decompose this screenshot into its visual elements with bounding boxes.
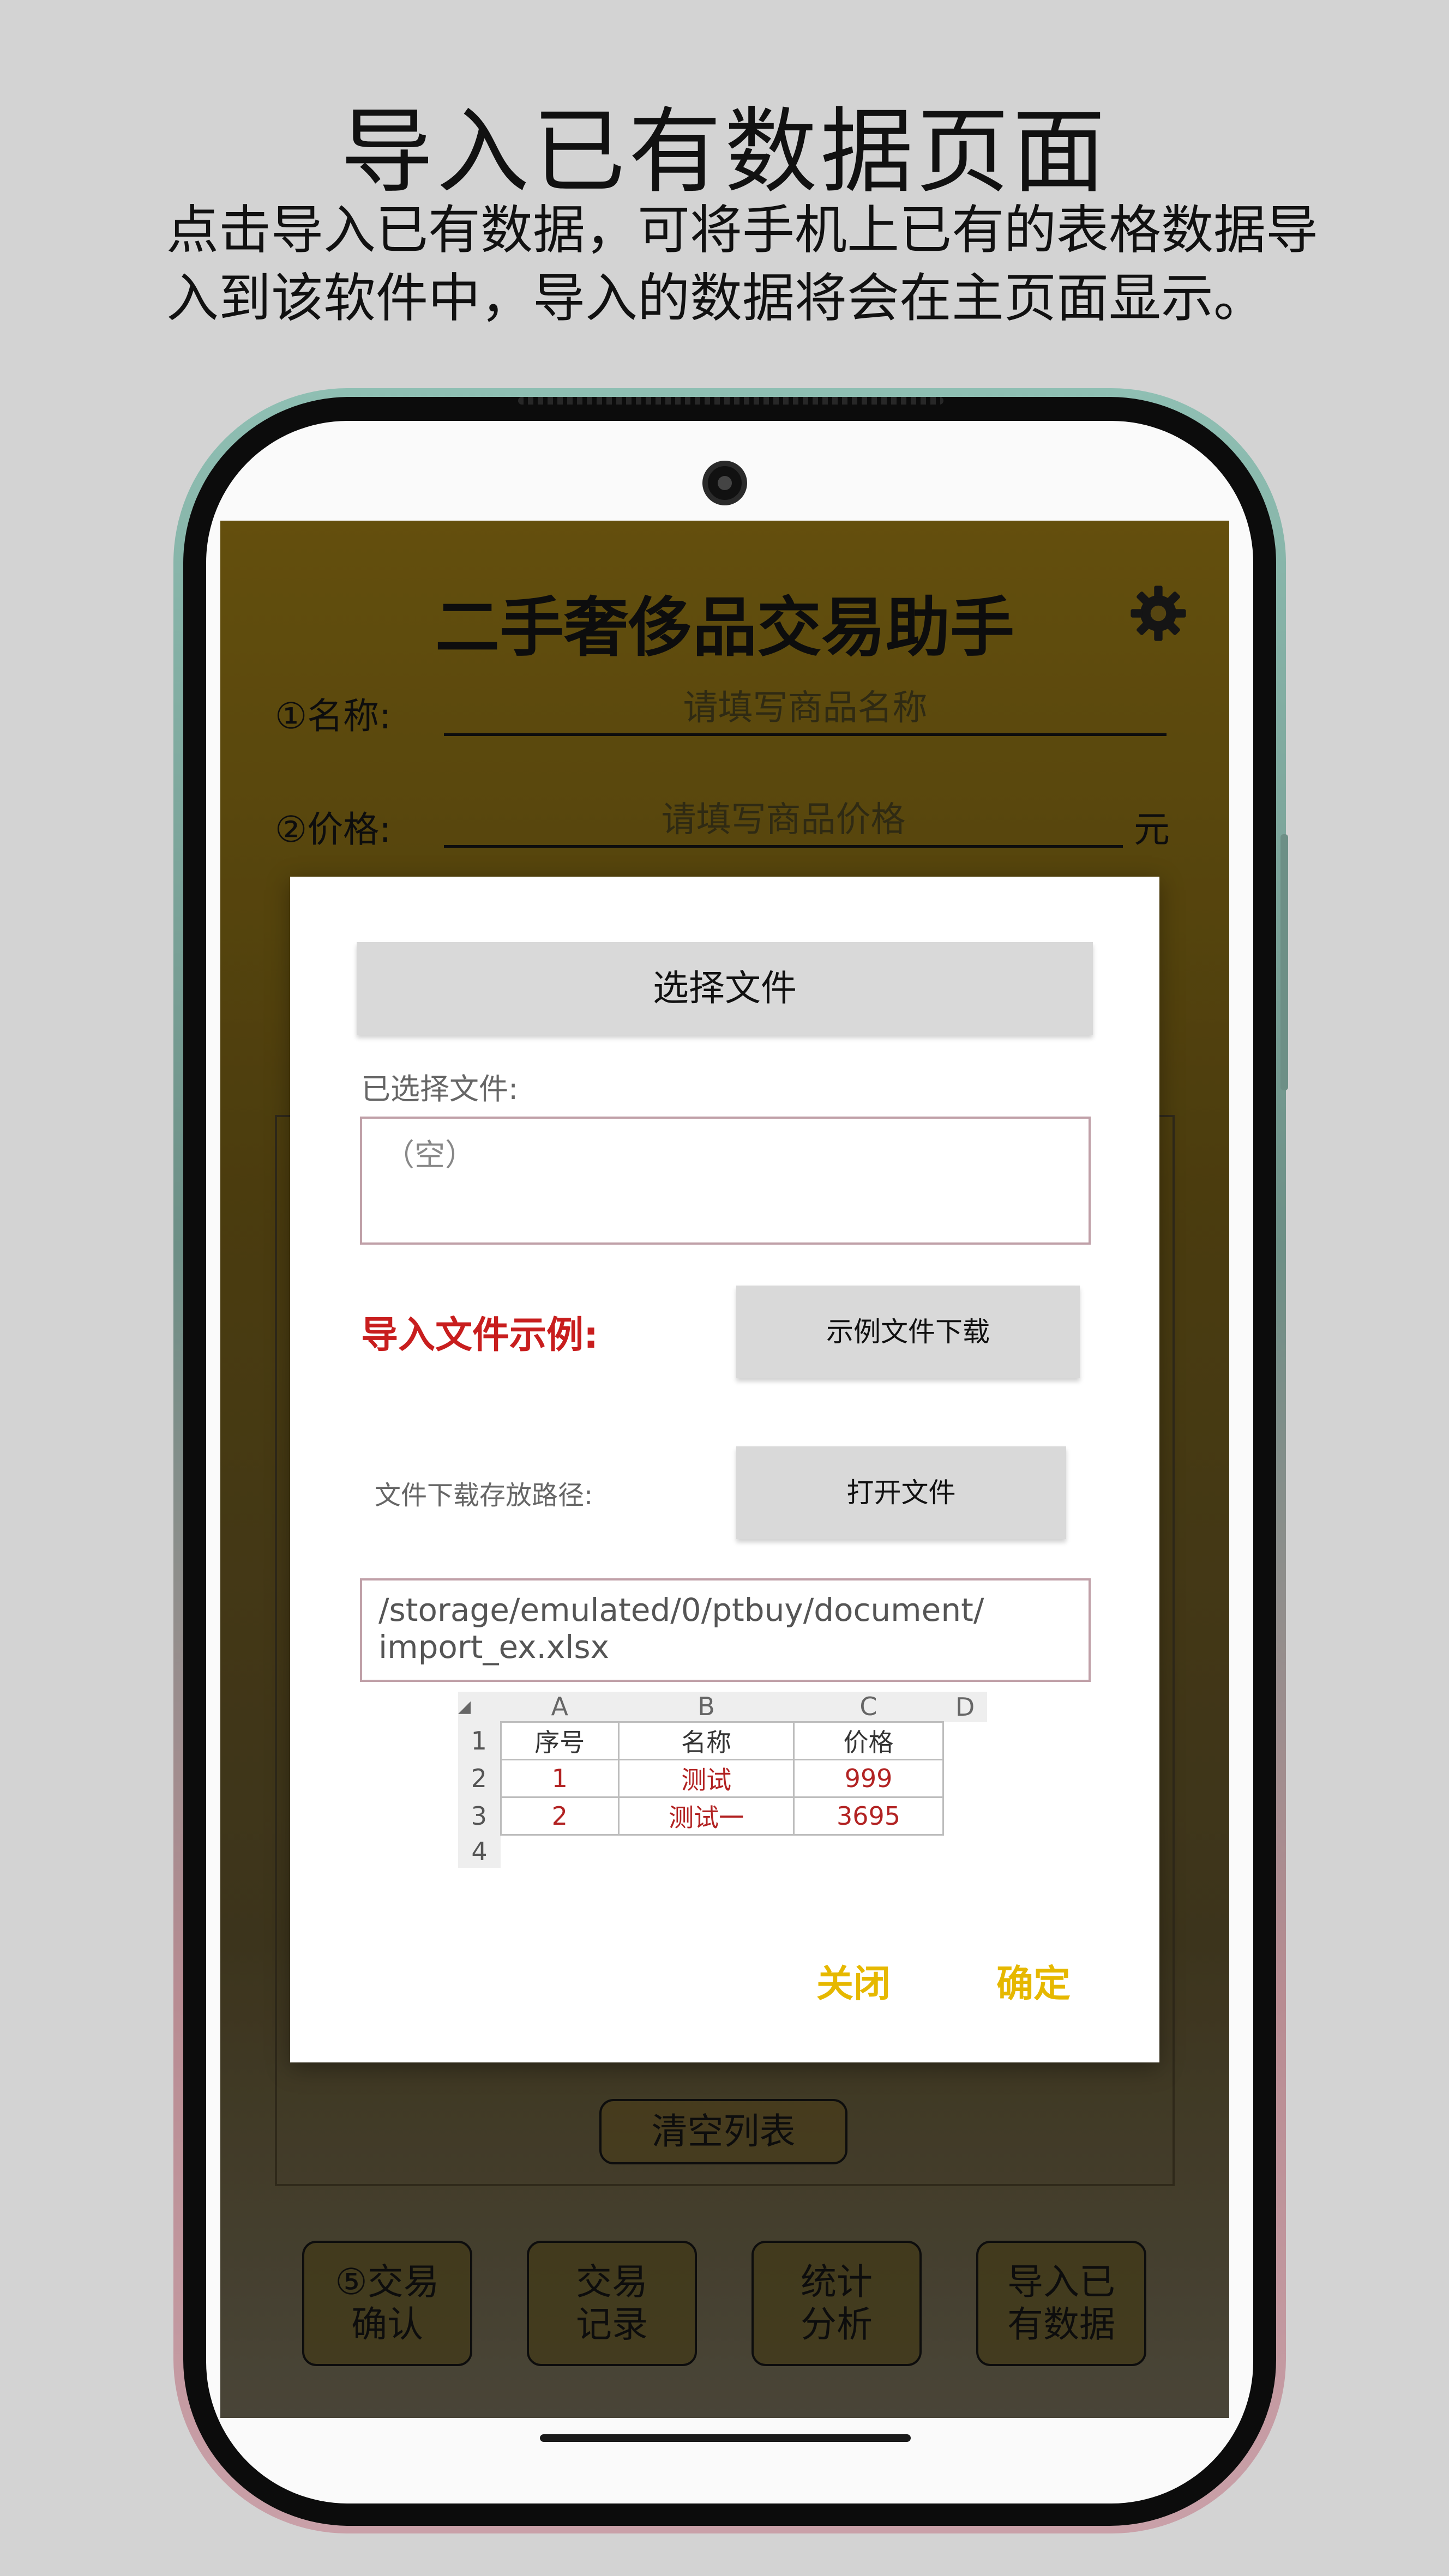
confirm-button[interactable]: 确定 <box>996 1953 1071 2007</box>
example-label: 导入文件示例: <box>361 1314 599 1357</box>
sheet-cell: 2 <box>500 1796 620 1836</box>
download-example-button[interactable]: 示例文件下载 <box>736 1286 1080 1378</box>
download-path-value: /storage/emulated/0/ptbuy/document/ impo… <box>378 1591 984 1666</box>
sheet-row-number: 2 <box>458 1759 501 1797</box>
sheet-row-number: 1 <box>458 1722 501 1760</box>
sheet-header-cell: 价格 <box>793 1721 944 1760</box>
close-button[interactable]: 关闭 <box>816 1953 891 2007</box>
example-spreadsheet: ◢ A B C D 1 序号 名称 价格 2 1 测试 999 3 2 测试一 … <box>458 1692 987 1868</box>
sheet-row-number: 4 <box>458 1835 501 1868</box>
front-camera-icon <box>702 461 747 505</box>
sheet-corner-icon: ◢ <box>458 1692 501 1722</box>
home-indicator[interactable] <box>540 2434 911 2442</box>
speaker-grille <box>518 397 943 405</box>
selected-file-box: （空） <box>360 1117 1091 1245</box>
phone-side-button <box>1280 834 1288 1090</box>
sheet-cell: 3695 <box>793 1796 944 1836</box>
promo-description: 点击导入已有数据，可将手机上已有的表格数据导入到该软件中，导入的数据将会在主页面… <box>166 200 1318 329</box>
selected-file-label: 已选择文件: <box>361 1072 519 1106</box>
selected-file-value: （空） <box>384 1138 476 1173</box>
import-dialog: 选择文件 已选择文件: （空） 导入文件示例: 示例文件下载 文件下载存放路径:… <box>290 877 1159 2062</box>
sheet-header-cell: 序号 <box>500 1721 620 1760</box>
sheet-cell: 1 <box>500 1759 620 1798</box>
download-path-box: /storage/emulated/0/ptbuy/document/ impo… <box>360 1578 1091 1682</box>
sheet-cell: 测试一 <box>617 1796 795 1836</box>
sheet-col-header: D <box>943 1692 987 1722</box>
sheet-cell: 999 <box>793 1759 944 1798</box>
sheet-header-cell: 名称 <box>617 1721 795 1760</box>
download-path-label: 文件下载存放路径: <box>375 1480 593 1511</box>
sheet-cell: 测试 <box>617 1759 795 1798</box>
promo-title: 导入已有数据页面 <box>340 98 1109 206</box>
open-file-button[interactable]: 打开文件 <box>736 1446 1066 1539</box>
choose-file-button[interactable]: 选择文件 <box>357 942 1093 1035</box>
sheet-col-header: A <box>501 1692 619 1722</box>
sheet-row-number: 3 <box>458 1797 501 1835</box>
sheet-col-header: B <box>618 1692 794 1722</box>
sheet-col-header: C <box>793 1692 943 1722</box>
